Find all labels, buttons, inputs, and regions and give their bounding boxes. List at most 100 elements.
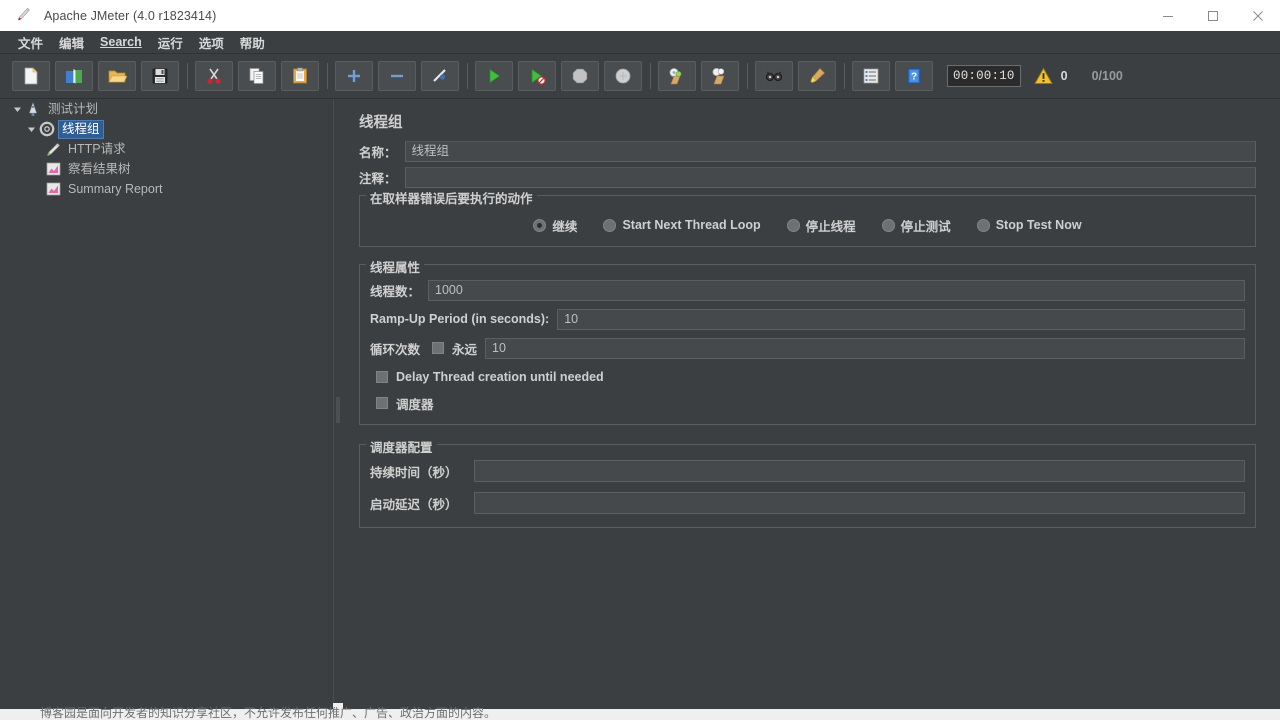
search-icon (765, 71, 783, 82)
bottom-watermark-strip: 博客园是面向开发者的知识分享社区，不允许发布任何推广、广告、政治方面的内容。 (0, 703, 1280, 720)
ramp-up-input[interactable]: 10 (557, 308, 1245, 330)
toolbar-start-button[interactable] (475, 61, 513, 91)
toolbar-stop-button[interactable] (561, 61, 599, 91)
new-icon (24, 67, 38, 85)
minimize-button[interactable] (1145, 0, 1190, 31)
toolbar-clear-all-button[interactable] (701, 61, 739, 91)
duration-row: 持续时间（秒） (370, 459, 1245, 483)
toolbar-open-button[interactable] (98, 61, 136, 91)
num-threads-label: 线程数： (370, 284, 421, 299)
close-button[interactable] (1235, 0, 1280, 31)
toolbar-collapse-all-button[interactable] (378, 61, 416, 91)
scheduler-checkbox[interactable]: 调度器 (370, 392, 1245, 414)
toolbar-save-button[interactable] (141, 61, 179, 91)
toolbar-cut-button[interactable] (195, 61, 233, 91)
collapse-all-icon (391, 74, 403, 78)
tree-node-http-request[interactable]: HTTP请求 (0, 139, 333, 159)
toggle-icon (433, 69, 446, 82)
templates-icon (66, 68, 82, 84)
toolbar-separator-2 (327, 63, 328, 89)
radio-mark-continue (533, 218, 547, 232)
menu-edit[interactable]: 编辑 (51, 31, 92, 54)
radio-label-start-next-thread-loop: Start Next Thread Loop (622, 218, 761, 232)
duration-input[interactable] (474, 460, 1245, 482)
delay-thread-creation-label: Delay Thread creation until needed (396, 370, 604, 384)
menu-help[interactable]: 帮助 (232, 31, 273, 54)
radio-mark-start-next-thread-loop (603, 218, 617, 232)
delay-thread-creation-checkbox[interactable]: Delay Thread creation until needed (370, 366, 1245, 388)
on-sampler-error-group: 在取样器错误后要执行的动作 继续 Start Next Thread Loop … (359, 188, 1256, 247)
radio-stop-test[interactable]: 停止测试 (881, 216, 951, 235)
radio-continue[interactable]: 继续 (533, 216, 577, 235)
tree-label-thread-group: 线程组 (58, 119, 104, 139)
toolbar-search-reset-button[interactable] (798, 61, 836, 91)
toolbar-search-button[interactable] (755, 61, 793, 91)
clear-all-icon (712, 68, 725, 85)
toolbar-templates-button[interactable] (55, 61, 93, 91)
loop-count-input[interactable]: 10 (485, 337, 1245, 359)
menu-search-label: Search (100, 35, 142, 49)
name-input[interactable]: 线程组 (404, 141, 1256, 162)
menu-run[interactable]: 运行 (150, 31, 191, 54)
toolbar-function-helper-button[interactable] (852, 61, 890, 91)
watermark-text: 博客园是面向开发者的知识分享社区，不允许发布任何推广、广告、政治方面的内容。 (40, 706, 497, 720)
num-threads-row: 线程数： 1000 (370, 279, 1245, 301)
toolbar-copy-button[interactable] (238, 61, 276, 91)
jmeter-feather-icon (8, 0, 38, 31)
loop-count-row: 循环次数 永远 10 (370, 337, 1245, 359)
toolbar-toggle-button[interactable] (421, 61, 459, 91)
tree-node-test-plan[interactable]: 测试计划 (0, 99, 333, 119)
maximize-button[interactable] (1190, 0, 1235, 31)
toolbar-help-button[interactable]: ? (895, 61, 933, 91)
scheduler-configuration-group: 调度器配置 持续时间（秒） 启动延迟（秒） (359, 437, 1256, 528)
radio-label-stop-thread: 停止线程 (805, 219, 856, 234)
toolbar-paste-button[interactable] (281, 61, 319, 91)
menu-search[interactable]: Search (92, 33, 150, 51)
radio-stop-thread[interactable]: 停止线程 (786, 216, 856, 235)
radio-mark-stop-test-now (976, 218, 990, 232)
tree-node-thread-group[interactable]: 线程组 (0, 119, 333, 139)
toolbar-separator-6 (844, 63, 845, 89)
forever-checkbox[interactable]: 永远 (432, 339, 477, 358)
radio-stop-test-now[interactable]: Stop Test Now (976, 218, 1082, 232)
delay-thread-creation-mark (376, 371, 388, 383)
toolbar-shutdown-button[interactable] (604, 61, 642, 91)
menu-options[interactable]: 选项 (191, 31, 232, 54)
startup-delay-row: 启动延迟（秒） (370, 491, 1245, 515)
radio-mark-stop-test (881, 218, 895, 232)
toolbar-clear-button[interactable] (658, 61, 696, 91)
radio-label-continue: 继续 (552, 219, 578, 234)
search-reset-icon (810, 68, 825, 83)
tree-node-summary-report[interactable]: Summary Report (0, 179, 333, 199)
split-pane-grip[interactable] (336, 397, 340, 423)
start-no-pauses-icon (531, 68, 546, 85)
menu-file[interactable]: 文件 (10, 31, 51, 54)
radio-label-stop-test-now: Stop Test Now (995, 218, 1082, 232)
chevron-down-icon[interactable] (10, 102, 24, 116)
ramp-up-row: Ramp-Up Period (in seconds): 10 (370, 308, 1245, 330)
forever-label: 永远 (452, 342, 478, 357)
toolbar-new-button[interactable] (12, 61, 50, 91)
tree-node-view-results-tree[interactable]: 察看结果树 (0, 159, 333, 179)
view-results-tree-icon (44, 161, 62, 177)
test-plan-icon (24, 101, 42, 117)
menu-bar: 文件 编辑 Search 运行 选项 帮助 (0, 31, 1280, 54)
copy-icon (249, 68, 264, 84)
elapsed-timer: 00:00:10 (947, 65, 1021, 87)
loop-count-label: 循环次数 (370, 342, 421, 357)
comment-input[interactable] (404, 167, 1256, 188)
active-thread-counter: 0/100 (1091, 69, 1123, 83)
startup-delay-input[interactable] (474, 492, 1245, 514)
toolbar-expand-all-button[interactable] (335, 61, 373, 91)
chevron-down-icon[interactable] (24, 122, 38, 136)
toolbar-separator-5 (747, 63, 748, 89)
warning-indicator[interactable]: 0 (1033, 67, 1068, 85)
radio-start-next-thread-loop[interactable]: Start Next Thread Loop (603, 218, 761, 232)
toolbar-start-no-pauses-button[interactable] (518, 61, 556, 91)
svg-text:?: ? (911, 72, 917, 83)
thread-properties-group: 线程属性 线程数： 1000 Ramp-Up Period (in second… (359, 257, 1256, 425)
toolbar-separator-4 (650, 63, 651, 89)
num-threads-input[interactable]: 1000 (428, 279, 1245, 301)
radio-mark-stop-thread (786, 218, 800, 232)
test-plan-tree[interactable]: 测试计划 线程组 HTTP请求 察看结果树 Summary Report (0, 99, 334, 703)
